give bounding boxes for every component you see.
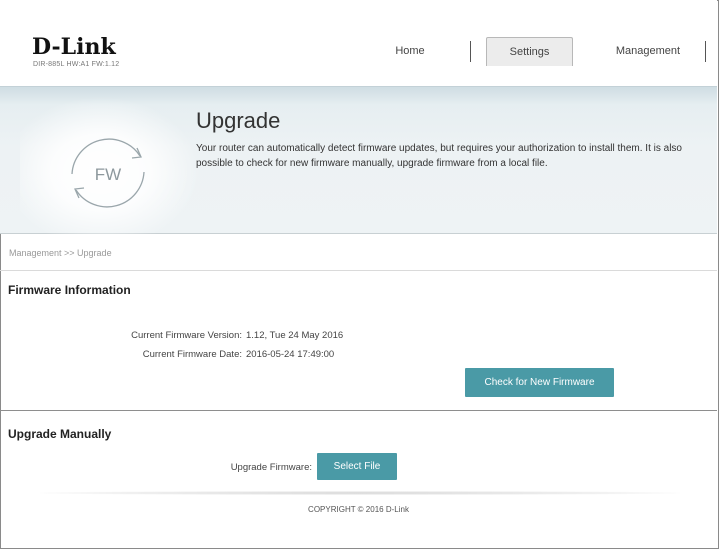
nav-management[interactable]: Management — [600, 37, 696, 65]
dlink-logo[interactable]: D-Link — [32, 36, 116, 58]
firmware-date-label: Current Firmware Date: — [142, 349, 242, 360]
page-description: Your router can automatically detect fir… — [196, 143, 682, 169]
upgrade-manually-title: Upgrade Manually — [8, 427, 112, 441]
separator — [0, 270, 717, 271]
firmware-version-value: 1.12, Tue 24 May 2016 — [246, 330, 344, 341]
select-file-button[interactable]: Select File — [317, 453, 397, 480]
nav-divider — [470, 41, 471, 62]
footer-shadow-line — [40, 491, 680, 495]
nav-divider — [705, 41, 706, 62]
top-header: D-Link DIR-885L HW:A1 FW:1.12 Home Setti… — [0, 0, 717, 86]
check-new-firmware-button[interactable]: Check for New Firmware — [465, 368, 614, 397]
nav-home[interactable]: Home — [362, 37, 458, 65]
page-title: Upgrade — [196, 108, 281, 133]
firmware-date-value: 2016-05-24 17:49:00 — [246, 349, 335, 360]
firmware-refresh-icon: FW — [58, 128, 158, 218]
upgrade-firmware-label: Upgrade Firmware: — [230, 462, 312, 473]
device-info: DIR-885L HW:A1 FW:1.12 — [33, 61, 120, 68]
firmware-info-title: Firmware Information — [8, 283, 131, 297]
copyright-text: COPYRIGHT © 2016 D-Link — [308, 505, 409, 514]
breadcrumb: Management >> Upgrade — [9, 248, 112, 258]
section-divider — [0, 410, 717, 411]
nav-settings[interactable]: Settings — [486, 37, 573, 66]
svg-text:FW: FW — [95, 165, 121, 184]
firmware-version-label: Current Firmware Version: — [131, 330, 242, 341]
